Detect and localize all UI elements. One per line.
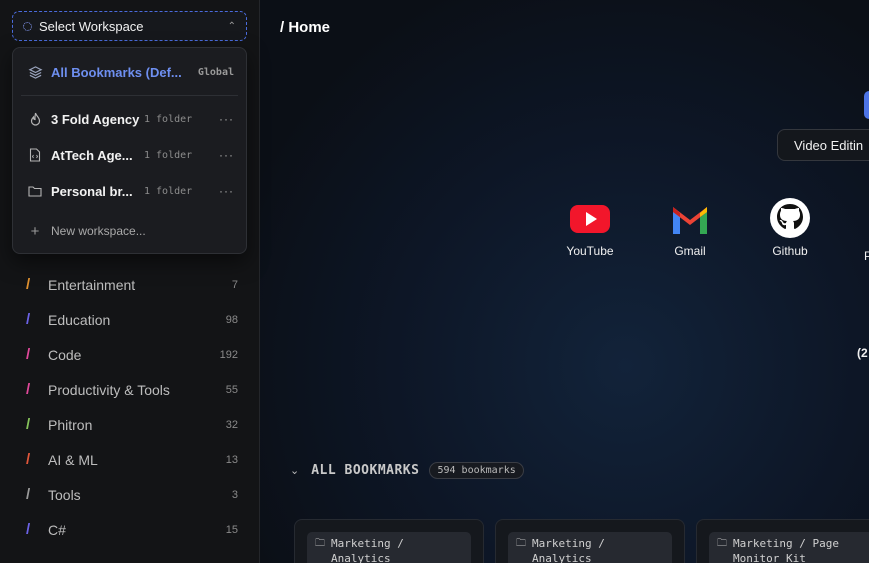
category-label: Phitron — [48, 416, 93, 433]
category-item[interactable]: / Entertainment 7 — [0, 267, 259, 302]
shortcut-label: Gmail — [674, 244, 706, 258]
category-label: Entertainment — [48, 276, 136, 293]
workspace-option-label: All Bookmarks (Def... — [51, 64, 182, 80]
slash-icon: / — [26, 381, 31, 398]
path-line: Marketing / — [532, 537, 605, 550]
more-options-icon[interactable]: ··· — [219, 112, 234, 126]
workspace-option-label: AtTech Age... — [51, 147, 133, 163]
category-count: 15 — [225, 523, 238, 536]
category-count: 7 — [231, 278, 238, 291]
category-label: Education — [48, 311, 111, 328]
shortcut-label: YouTube — [566, 244, 614, 258]
path-line: Analytics — [532, 552, 592, 563]
category-item[interactable]: / Phitron 32 — [0, 407, 259, 442]
folder-icon: 🗀 — [315, 538, 325, 549]
plus-icon: + — [30, 222, 40, 240]
partial-text: (2 — [857, 346, 868, 360]
flame-icon — [27, 111, 43, 127]
github-icon — [770, 198, 810, 238]
card-folder-path: 🗀 Marketing / Analytics — [307, 532, 471, 563]
shortcut-youtube[interactable]: YouTube — [550, 198, 630, 258]
category-item[interactable]: / Tools 3 — [0, 477, 259, 512]
global-tag: Global — [197, 66, 234, 78]
category-list: / Entertainment 7 / Education 98 / Code … — [0, 267, 259, 547]
youtube-icon — [570, 205, 610, 233]
folder-icon: 🗀 — [516, 538, 526, 549]
workspace-option-meta: 1 folder — [144, 113, 193, 125]
slash-icon: / — [26, 416, 31, 433]
slash-icon: / — [26, 311, 31, 328]
category-count: 32 — [225, 418, 238, 431]
category-item[interactable]: / Education 98 — [0, 302, 259, 337]
chevron-down-icon: ⌄ — [290, 465, 300, 477]
workspace-option[interactable]: 3 Fold Agency 1 folder ··· — [13, 101, 246, 137]
shortcut-label: Github — [772, 244, 808, 258]
category-count: 98 — [225, 313, 238, 326]
path-line: Marketing / — [331, 537, 404, 550]
breadcrumb: / Home — [280, 19, 331, 36]
workspace-option[interactable]: Personal br... 1 folder ··· — [13, 173, 246, 209]
category-label: C# — [48, 521, 66, 538]
category-count: 3 — [231, 488, 238, 501]
slash-icon: / — [26, 521, 31, 538]
category-count: 192 — [219, 348, 238, 361]
folder-icon — [27, 183, 43, 199]
action-button[interactable] — [864, 91, 869, 119]
category-label: Code — [48, 346, 82, 363]
code-file-icon — [27, 147, 43, 163]
loading-icon — [23, 21, 32, 31]
category-label: AI & ML — [48, 451, 98, 468]
slash-icon: / — [26, 346, 31, 363]
workspace-option-global[interactable]: All Bookmarks (Def... Global — [13, 54, 246, 90]
category-count: 13 — [225, 453, 238, 466]
workspace-option[interactable]: AtTech Age... 1 folder ··· — [13, 137, 246, 173]
bookmark-card[interactable]: 🗀 Marketing / Analytics — [294, 519, 484, 563]
section-title: ALL BOOKMARKS — [311, 463, 420, 478]
workspace-select-label: Select Workspace — [39, 18, 144, 34]
new-workspace-button[interactable]: + New workspace... — [13, 213, 246, 249]
path-line: Monitor Kit — [733, 552, 806, 563]
path-line: Marketing / Page — [733, 537, 839, 550]
slash-icon: / — [26, 486, 31, 503]
category-item[interactable]: / AI & ML 13 — [0, 442, 259, 477]
category-label: Tools — [48, 486, 81, 503]
workspace-option-meta: 1 folder — [144, 185, 193, 197]
category-item[interactable]: / Code 192 — [0, 337, 259, 372]
bookmark-card[interactable]: 🗀 Marketing / Analytics — [495, 519, 685, 563]
category-item[interactable]: / C# 15 — [0, 512, 259, 547]
all-bookmarks-header[interactable]: ⌄ ALL BOOKMARKS 594 bookmarks — [290, 462, 524, 479]
category-count: 55 — [225, 383, 238, 396]
main-content: / Home Video Editin YouTube Gmail Github… — [260, 0, 869, 563]
new-workspace-label: New workspace... — [51, 224, 146, 238]
workspace-dropdown: All Bookmarks (Def... Global 3 Fold Agen… — [12, 47, 247, 254]
workspace-option-meta: 1 folder — [144, 149, 193, 161]
bookmark-card[interactable]: 🗀 Marketing / Page Monitor Kit — [696, 519, 869, 563]
shortcut-gmail[interactable]: Gmail — [650, 198, 730, 258]
card-folder-path: 🗀 Marketing / Page Monitor Kit — [709, 532, 869, 563]
tag-pill[interactable]: Video Editin — [777, 129, 869, 161]
more-options-icon[interactable]: ··· — [219, 148, 234, 162]
more-options-icon[interactable]: ··· — [219, 184, 234, 198]
shortcut-label-partial: P — [864, 249, 869, 263]
folder-icon: 🗀 — [717, 538, 727, 549]
category-item[interactable]: / Productivity & Tools 55 — [0, 372, 259, 407]
bookmark-count-badge: 594 bookmarks — [429, 462, 524, 479]
workspace-select[interactable]: Select Workspace ⌃ — [12, 11, 247, 41]
shortcut-github[interactable]: Github — [750, 198, 830, 258]
layers-icon — [27, 64, 43, 80]
dropdown-divider — [21, 95, 238, 96]
path-line: Analytics — [331, 552, 391, 563]
category-label: Productivity & Tools — [48, 381, 170, 398]
chevron-up-icon: ⌃ — [227, 20, 236, 32]
gmail-icon — [673, 207, 707, 234]
card-folder-path: 🗀 Marketing / Analytics — [508, 532, 672, 563]
slash-icon: / — [26, 451, 31, 468]
workspace-option-label: Personal br... — [51, 183, 133, 199]
slash-icon: / — [26, 276, 31, 293]
workspace-option-label: 3 Fold Agency — [51, 111, 140, 127]
